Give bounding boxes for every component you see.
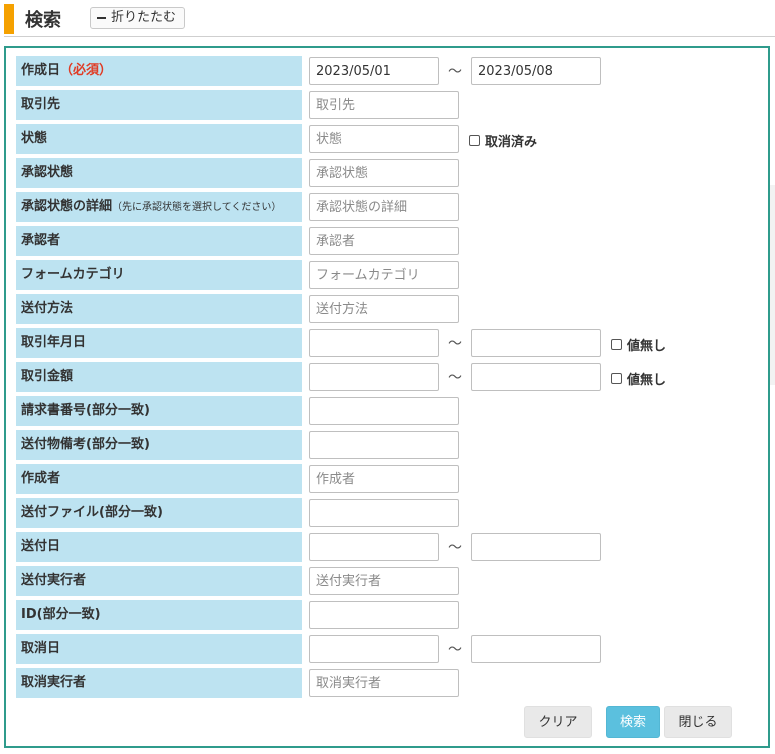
cancelled-checkbox-label: 取消済み [485,135,538,150]
approver-input[interactable] [309,227,459,255]
send-note-input[interactable] [309,431,459,459]
status-input[interactable] [309,125,459,153]
label-send-date: 送付日 [16,532,302,562]
approval-detail-input[interactable] [309,193,459,221]
label-partner: 取引先 [16,90,302,120]
creator-input[interactable] [309,465,459,493]
transaction-amount-from-input[interactable] [309,363,439,391]
send-date-from-input[interactable] [309,533,439,561]
transaction-amount-no-value-checkbox[interactable]: 値無し [611,369,666,388]
no-value-label: 値無し [627,373,667,388]
search-header: 検索 折りたたむ [0,0,775,37]
canceller-input[interactable] [309,669,459,697]
transaction-date-no-value-checkbox[interactable]: 値無し [611,335,666,354]
header-divider [4,36,775,37]
created-date-to-input[interactable] [471,57,601,85]
label-creator: 作成者 [16,464,302,494]
send-method-input[interactable] [309,295,459,323]
approval-status-input[interactable] [309,159,459,187]
clear-button[interactable]: クリア [524,706,592,738]
search-form-panel: 作成日（必須） 〜 取引先 状態 取消済み 承認状態 承認状態の詳細（先に承認状… [4,46,770,748]
transaction-date-from-input[interactable] [309,329,439,357]
label-transaction-date: 取引年月日 [16,328,302,358]
partner-input[interactable] [309,91,459,119]
search-button[interactable]: 検索 [606,706,660,738]
label-form-category: フォームカテゴリ [16,260,302,290]
cancel-date-from-input[interactable] [309,635,439,663]
form-category-input[interactable] [309,261,459,289]
sender-input[interactable] [309,567,459,595]
page-title: 検索 [25,10,61,31]
range-separator: 〜 [448,642,462,658]
checkbox-box[interactable] [611,339,622,350]
collapse-button[interactable]: 折りたたむ [90,7,186,29]
minus-icon [97,17,106,19]
range-separator: 〜 [448,540,462,556]
label-approval-status: 承認状態 [16,158,302,188]
label-status: 状態 [16,124,302,154]
invoice-number-input[interactable] [309,397,459,425]
header-accent-bar [4,4,14,34]
close-button[interactable]: 閉じる [664,706,732,738]
label-send-method: 送付方法 [16,294,302,324]
range-separator: 〜 [448,336,462,352]
approval-detail-note: （先に承認状態を選択してください） [112,202,282,213]
checkbox-box[interactable] [469,135,480,146]
created-date-from-input[interactable] [309,57,439,85]
label-sender: 送付実行者 [16,566,302,596]
background-page-edge [770,185,775,385]
no-value-label: 値無し [627,339,667,354]
cancelled-checkbox[interactable]: 取消済み [469,131,537,150]
id-input[interactable] [309,601,459,629]
label-approval-detail: 承認状態の詳細（先に承認状態を選択してください） [16,192,302,222]
label-invoice-number: 請求書番号(部分一致) [16,396,302,426]
send-date-to-input[interactable] [471,533,601,561]
checkbox-box[interactable] [611,373,622,384]
label-send-file: 送付ファイル(部分一致) [16,498,302,528]
label-id: ID(部分一致) [16,600,302,630]
label-created-date: 作成日（必須） [16,56,302,86]
required-mark: （必須） [60,63,113,78]
label-transaction-amount: 取引金額 [16,362,302,392]
range-separator: 〜 [448,370,462,386]
label-cancel-date: 取消日 [16,634,302,664]
collapse-button-label: 折りたたむ [111,10,177,25]
label-canceller: 取消実行者 [16,668,302,698]
cancel-date-to-input[interactable] [471,635,601,663]
label-approver: 承認者 [16,226,302,256]
label-send-note: 送付物備考(部分一致) [16,430,302,460]
transaction-amount-to-input[interactable] [471,363,601,391]
send-file-input[interactable] [309,499,459,527]
transaction-date-to-input[interactable] [471,329,601,357]
range-separator: 〜 [448,64,462,80]
